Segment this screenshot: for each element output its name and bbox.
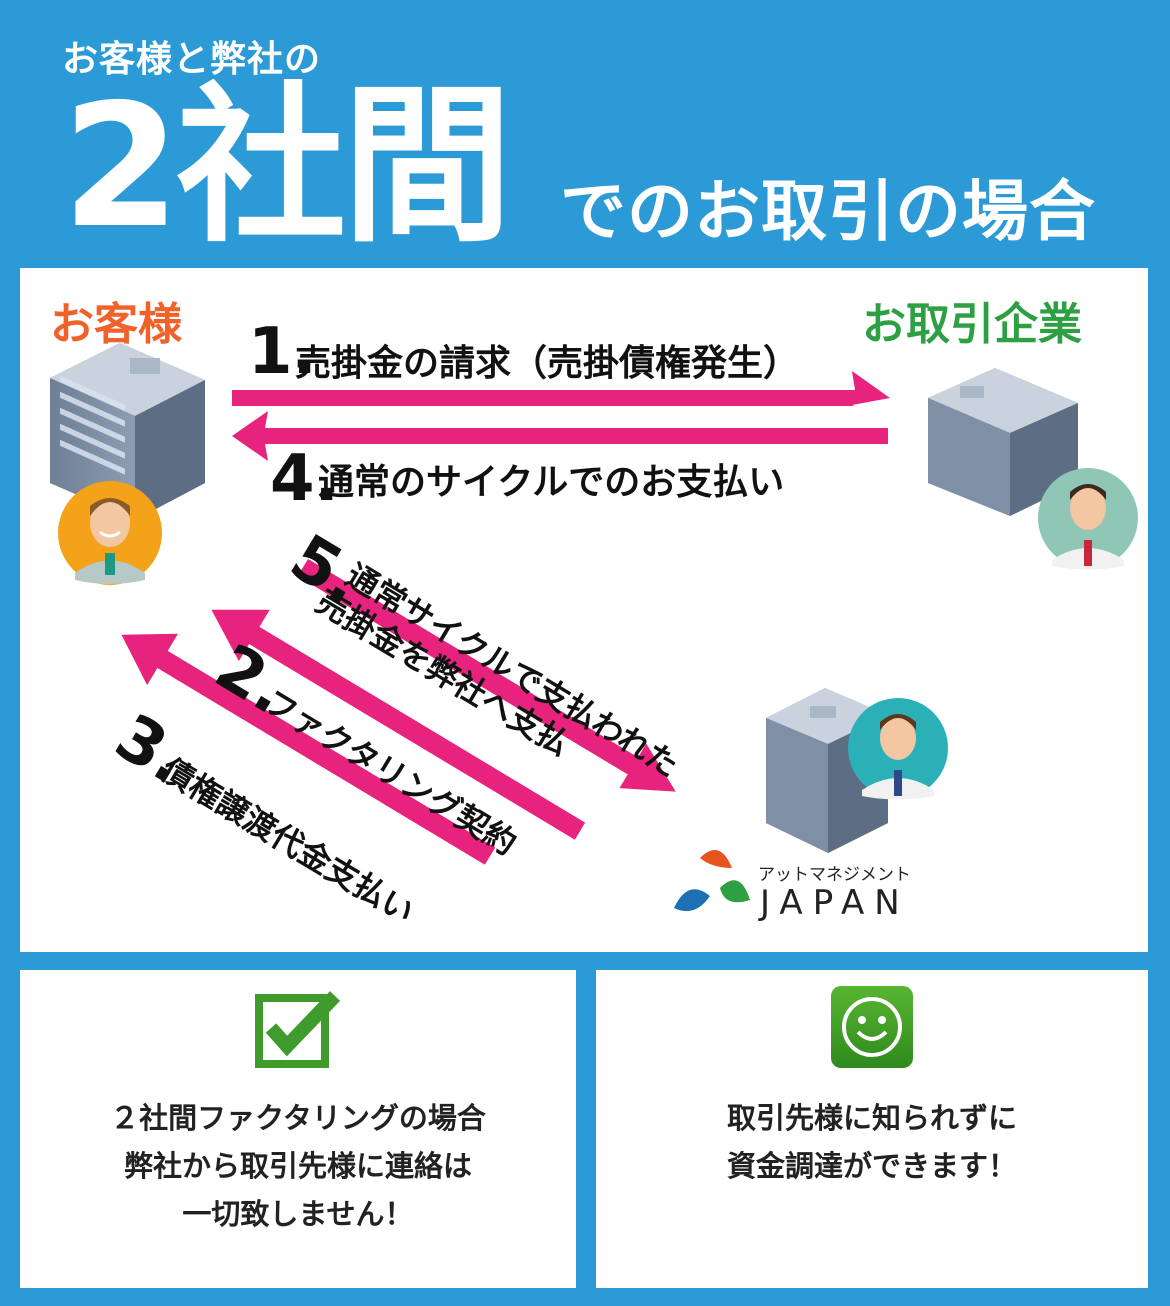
header-title-rest: でのお取引の場合 [560, 173, 1096, 250]
benefit-text-left: ２社間ファクタリングの場合 弊社から取引先様に連絡は 一切致しません！ [20, 1094, 576, 1238]
logo-name: JAPAN [758, 883, 910, 923]
benefit-card-left: ２社間ファクタリングの場合 弊社から取引先様に連絡は 一切致しません！ [20, 970, 576, 1288]
benefit-right-line1: 取引先様に知られずに [726, 1101, 1017, 1135]
logo-kana: アットマネジメント [758, 865, 911, 885]
smiley-icon [831, 986, 913, 1068]
benefit-right-line2: 資金調達ができます！ [726, 1149, 1017, 1183]
customer-avatar [58, 481, 162, 585]
step1-text: 売掛金の請求（売掛債権発生） [295, 342, 799, 384]
header-title-big: 2社間 [62, 68, 512, 266]
benefit-left-line1: ２社間ファクタリングの場合 [110, 1101, 486, 1135]
benefit-text-right: 取引先様に知られずに 資金調達ができます！ [596, 1094, 1148, 1190]
partner-avatar [1038, 468, 1138, 570]
company-logo: アットマネジメント JAPAN [674, 850, 911, 923]
benefit-left-line3: 一切致しません！ [182, 1197, 414, 1231]
flow-diagram: 1. 売掛金の請求（売掛債権発生） 4. 通常のサイクルでのお支払い 5. 通常… [50, 315, 1138, 931]
benefit-card-right: 取引先様に知られずに 資金調達ができます！ [596, 970, 1148, 1288]
benefit-left-line2: 弊社から取引先様に連絡は [123, 1149, 472, 1183]
checkbox-icon [255, 991, 341, 1068]
step4-text: 通常のサイクルでのお支払い [318, 462, 784, 503]
diagram-panel: お客様 お取引企業 1. 売掛金の請求（売掛債権発生） 4. 通常のサイクルでの… [20, 268, 1148, 952]
